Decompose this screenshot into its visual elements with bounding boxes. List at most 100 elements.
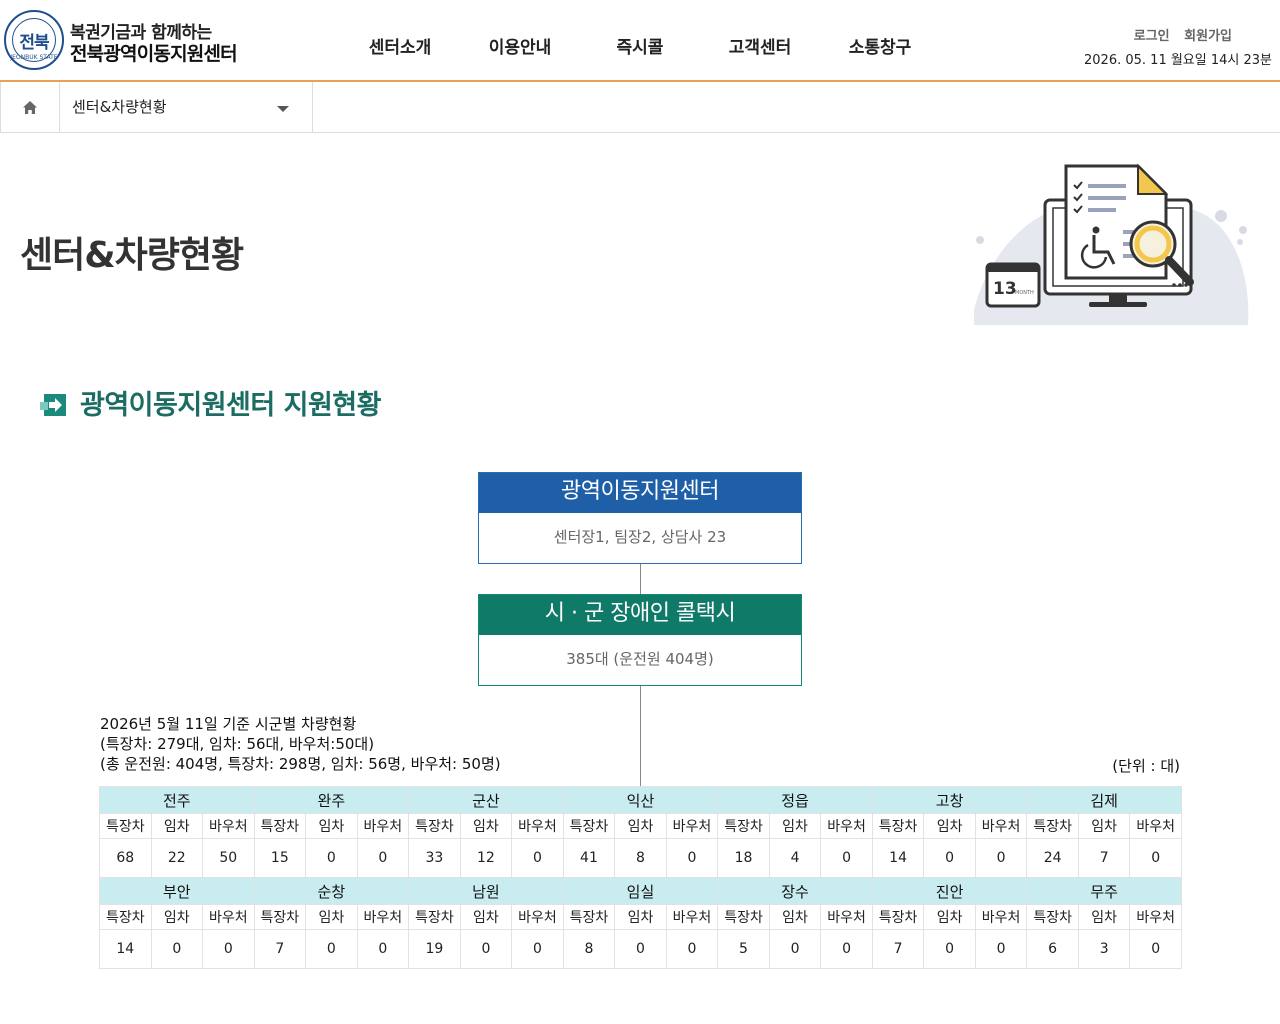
vehicle-type-header: 바우처 xyxy=(1129,813,1182,839)
vehicle-count-cell: 24 xyxy=(1026,838,1079,878)
region-header: 고창 xyxy=(871,786,1028,814)
vehicle-type-header: 임차 xyxy=(459,904,513,930)
vehicle-count-cell: 0 xyxy=(923,838,976,878)
document-monitor-illustration: 13 MONTH xyxy=(974,163,1249,325)
main-nav: 센터소개 이용안내 즉시콜 고객센터 소통창구 xyxy=(340,33,940,58)
vehicle-count-cell: 0 xyxy=(974,929,1028,969)
vehicle-type-header: 임차 xyxy=(614,904,667,930)
vehicle-count-cell: 0 xyxy=(511,838,564,878)
vehicle-count-cell: 0 xyxy=(305,929,358,969)
vehicle-type-header: 바우처 xyxy=(356,813,410,839)
vehicle-count-cell: 0 xyxy=(202,929,255,969)
nav-item-usage-guide[interactable]: 이용안내 xyxy=(460,33,580,58)
vehicle-type-header: 특장차 xyxy=(253,904,307,930)
vehicle-type-header: 특장차 xyxy=(253,813,307,839)
vehicle-count-cell: 7 xyxy=(871,929,925,969)
vehicle-count-cell: 5 xyxy=(717,929,770,969)
vehicle-count-cell: 8 xyxy=(614,838,667,878)
vehicle-type-header: 임차 xyxy=(923,813,976,839)
region-header: 완주 xyxy=(253,786,410,814)
logo-seal[interactable]: 전북 JEONBUK STATE xyxy=(4,10,64,70)
vehicle-type-header: 특장차 xyxy=(408,813,461,839)
nav-item-instant-call[interactable]: 즉시콜 xyxy=(580,33,700,58)
vehicle-type-header: 바우처 xyxy=(202,813,255,839)
org-connector-line-table xyxy=(640,686,641,786)
site-header: 전북 JEONBUK STATE 복권기금과 함께하는 전북광역이동지원센터 센… xyxy=(0,0,1280,82)
region-header: 정읍 xyxy=(717,786,873,814)
region-header: 군산 xyxy=(408,786,564,814)
vehicle-count-cell: 0 xyxy=(459,929,513,969)
region-header: 진안 xyxy=(871,877,1028,905)
vehicle-type-header: 임차 xyxy=(1077,904,1131,930)
breadcrumb-dropdown[interactable]: 센터&차량현황 xyxy=(60,82,313,132)
nav-item-communication[interactable]: 소통창구 xyxy=(820,33,940,58)
vehicle-status-table: 전주 완주 군산 익산 정읍 고창 김제 특장차 임차 바우처 특장차 임차 바우처 특장차 임차 바우처 특장… xyxy=(99,786,1182,969)
region-header: 무주 xyxy=(1026,877,1182,905)
vehicle-type-header: 임차 xyxy=(923,904,976,930)
vehicle-count-cell: 15 xyxy=(253,838,307,878)
org-taxi-desc: 385대 (운전원 404명) xyxy=(566,650,714,668)
vehicle-type-header: 임차 xyxy=(614,813,667,839)
vehicle-type-header: 바우처 xyxy=(665,904,719,930)
table-region-row: 부안 순창 남원 임실 장수 진안 무주 xyxy=(99,877,1182,905)
vehicle-type-header: 임차 xyxy=(768,904,822,930)
unit-label: (단위 : 대) xyxy=(1112,757,1180,775)
signup-link[interactable]: 회원가입 xyxy=(1184,29,1232,44)
vehicle-type-header: 특장차 xyxy=(562,813,616,839)
vehicle-count-cell: 8 xyxy=(562,929,616,969)
org-connector-line xyxy=(640,564,641,594)
breadcrumb: 센터&차량현황 xyxy=(0,82,1280,133)
vehicle-type-header: 특장차 xyxy=(408,904,461,930)
vehicle-count-cell: 0 xyxy=(665,838,719,878)
nav-item-customer-center[interactable]: 고객센터 xyxy=(700,33,820,58)
page-title: 센터&차량현황 xyxy=(20,235,244,276)
vehicle-type-header: 임차 xyxy=(150,813,204,839)
vehicle-type-header: 특장차 xyxy=(1026,813,1079,839)
login-link[interactable]: 로그인 xyxy=(1134,29,1170,44)
vehicle-count-cell: 14 xyxy=(99,929,152,969)
vehicle-count-cell: 0 xyxy=(768,929,822,969)
nav-item-center-intro[interactable]: 센터소개 xyxy=(340,33,460,58)
vehicle-count-cell: 50 xyxy=(202,838,255,878)
vehicle-type-header: 바우처 xyxy=(974,813,1028,839)
vehicle-count-cell: 0 xyxy=(665,929,719,969)
logo-site-name[interactable]: 전북광역이동지원센터 xyxy=(70,39,238,66)
vehicle-type-header: 특장차 xyxy=(562,904,616,930)
vehicle-type-header: 바우처 xyxy=(511,904,564,930)
vehicle-type-header: 임차 xyxy=(1077,813,1131,839)
table-subheader-row: 특장차 임차 바우처 특장차 임차 바우처 특장차 임차 바우처 특장차 임차 바우처 특장차 임차 바우처… xyxy=(99,813,1182,839)
vehicle-count-cell: 6 xyxy=(1026,929,1079,969)
vehicle-type-header: 특장차 xyxy=(871,904,925,930)
vehicle-type-header: 바우처 xyxy=(356,904,410,930)
vehicle-type-header: 임차 xyxy=(305,813,358,839)
summary-line-vehicles: (특장차: 279대, 임차: 56대, 바우처:50대) xyxy=(100,735,375,753)
vehicle-count-cell: 22 xyxy=(150,838,204,878)
vehicle-type-header: 특장차 xyxy=(717,904,770,930)
vehicle-count-cell: 0 xyxy=(820,838,873,878)
vehicle-count-cell: 0 xyxy=(305,838,358,878)
vehicle-type-header: 바우처 xyxy=(820,813,873,839)
vehicle-count-cell: 33 xyxy=(408,838,461,878)
region-header: 장수 xyxy=(717,877,873,905)
home-button[interactable] xyxy=(0,82,60,132)
org-taxi-title: 시 · 군 장애인 콜택시 xyxy=(479,595,801,635)
vehicle-count-cell: 68 xyxy=(99,838,152,878)
org-center-desc: 센터장1, 팀장2, 상담사 23 xyxy=(553,528,727,546)
vehicle-type-header: 특장차 xyxy=(1026,904,1079,930)
vehicle-type-header: 임차 xyxy=(459,813,513,839)
vehicle-type-header: 바우처 xyxy=(974,904,1028,930)
logo-seal-ring-text: JEONBUK STATE xyxy=(10,54,58,61)
breadcrumb-current-label: 센터&차량현황 xyxy=(72,98,167,116)
logo-seal-text: 전북 xyxy=(19,33,49,53)
vehicle-count-cell: 3 xyxy=(1077,929,1131,969)
org-box-center: 광역이동지원센터 센터장1, 팀장2, 상담사 23 xyxy=(478,472,802,564)
region-header: 익산 xyxy=(562,786,719,814)
region-header: 임실 xyxy=(562,877,719,905)
vehicle-summary: 2026년 5월 11일 기준 시군별 차량현황 (특장차: 279대, 임차:… xyxy=(100,714,501,774)
summary-line-drivers: (총 운전원: 404명, 특장차: 298명, 임차: 56명, 바우처: 5… xyxy=(100,755,501,773)
vehicle-count-cell: 0 xyxy=(356,929,410,969)
calendar-month: MONTH xyxy=(1015,290,1034,296)
vehicle-type-header: 특장차 xyxy=(99,813,152,839)
vehicle-count-cell: 7 xyxy=(1077,838,1131,878)
org-box-taxi: 시 · 군 장애인 콜택시 385대 (운전원 404명) xyxy=(478,594,802,686)
